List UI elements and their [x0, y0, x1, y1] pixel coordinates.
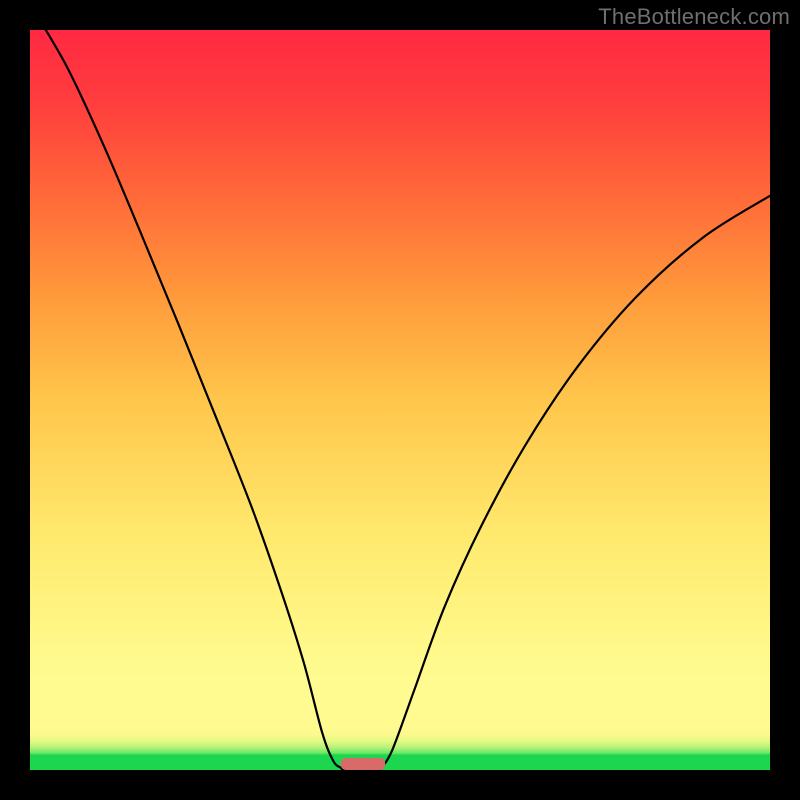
plot-area [30, 30, 770, 770]
curve-svg [30, 30, 770, 770]
watermark-text: TheBottleneck.com [598, 4, 790, 30]
chart-frame: TheBottleneck.com [0, 0, 800, 800]
optimal-marker [341, 758, 385, 770]
bottleneck-curve [30, 30, 770, 770]
